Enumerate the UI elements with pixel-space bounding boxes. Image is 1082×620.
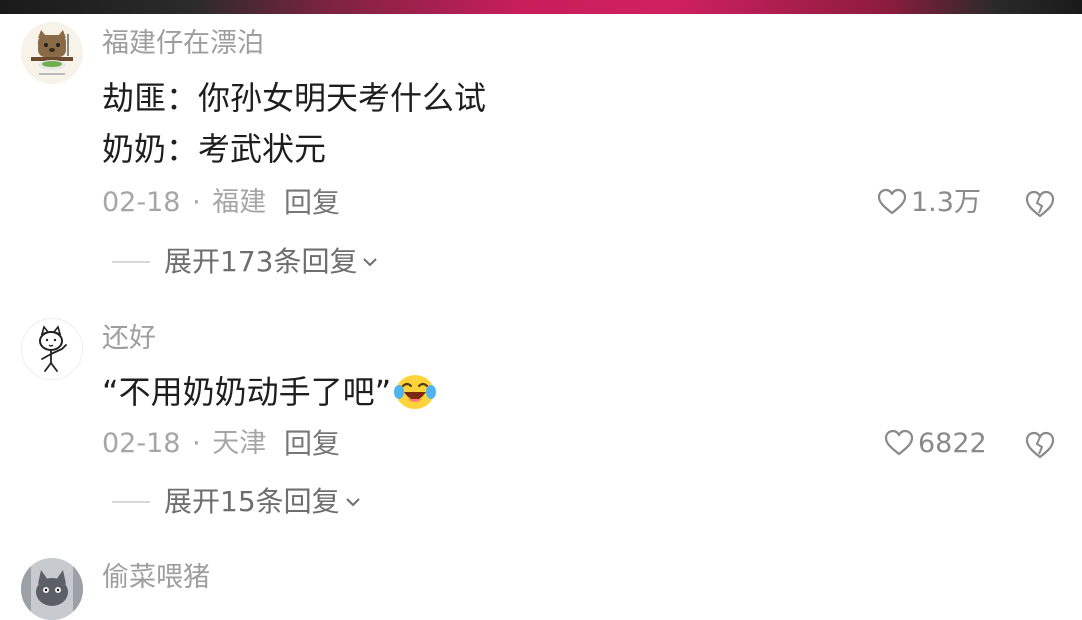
comment-text-line: “不用奶奶动手了吧” — [102, 372, 437, 412]
comment-location: 天津 — [212, 428, 267, 459]
dislike-broken-heart-icon[interactable] — [1024, 430, 1056, 460]
comment-text: “不用奶奶动手了吧” — [102, 373, 392, 411]
like-count: 1.3万 — [911, 186, 981, 218]
comment-date: 02-18 — [102, 428, 181, 459]
expand-replies-label: 展开173条回复 — [164, 245, 358, 278]
chevron-down-icon — [363, 258, 378, 267]
comment-meta: 02-18 · 福建 — [102, 189, 266, 216]
like-button[interactable]: 6822 — [884, 429, 987, 457]
meta-separator: · — [192, 187, 201, 218]
reply-button[interactable]: 回复 — [284, 430, 340, 458]
like-count: 6822 — [918, 427, 987, 459]
expand-replies-button[interactable]: 展开173条回复 — [112, 246, 379, 278]
comment-username[interactable]: 福建仔在漂泊 — [102, 30, 264, 57]
doodle-avatar-icon[interactable] — [21, 318, 83, 380]
expand-divider-line — [112, 261, 150, 263]
cat-avatar-icon[interactable] — [21, 22, 83, 84]
like-button[interactable]: 1.3万 — [877, 188, 981, 216]
expand-divider-line — [112, 501, 150, 503]
laughing-tears-emoji — [394, 375, 437, 409]
heart-outline-icon — [877, 188, 907, 215]
comment-date: 02-18 — [102, 187, 181, 218]
dislike-broken-heart-icon[interactable] — [1024, 189, 1056, 219]
video-background-strip — [0, 0, 1082, 14]
expand-replies-button[interactable]: 展开15条回复 — [112, 486, 362, 518]
comment-text-line: 奶奶：考武状元 — [102, 130, 327, 168]
cat-photo-avatar-icon[interactable] — [21, 558, 83, 620]
heart-outline-icon — [884, 429, 914, 456]
chevron-down-icon — [345, 498, 360, 507]
comment-location: 福建 — [212, 187, 267, 218]
meta-separator: · — [192, 428, 201, 459]
reply-button[interactable]: 回复 — [284, 189, 340, 217]
comment-username[interactable]: 还好 — [102, 325, 156, 352]
comment-text-line: 劫匪：你孙女明天考什么试 — [102, 79, 487, 117]
comment-meta: 02-18 · 天津 — [102, 430, 266, 457]
comment-username[interactable]: 偷菜喂猪 — [102, 564, 210, 591]
expand-replies-label: 展开15条回复 — [164, 485, 340, 518]
